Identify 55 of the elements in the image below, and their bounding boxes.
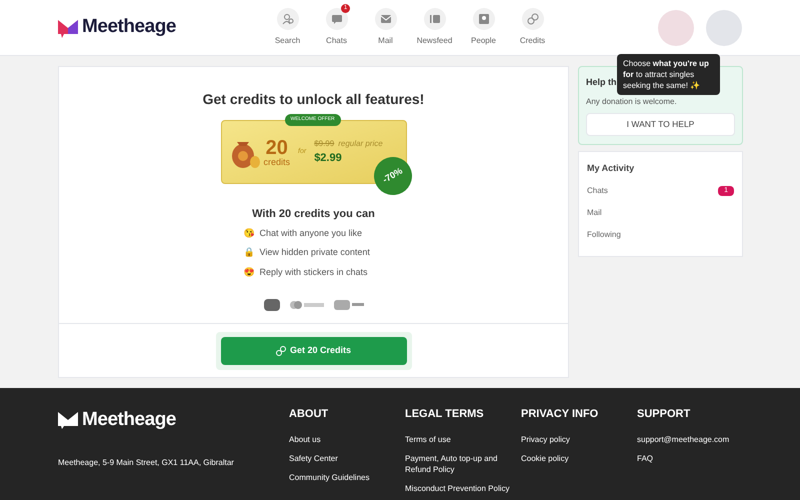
- benefit-text: Chat with anyone you like: [260, 226, 362, 240]
- footer-link[interactable]: FAQ: [637, 452, 753, 464]
- nav-item[interactable]: Credits: [508, 8, 557, 47]
- nav-item[interactable]: Search: [263, 8, 312, 47]
- footer-link[interactable]: Safety Center: [289, 452, 405, 464]
- footer-link[interactable]: Cookie policy: [521, 452, 637, 464]
- credit-unit: credits: [264, 158, 290, 166]
- help-button[interactable]: I WANT TO HELP: [586, 112, 735, 136]
- footer-link[interactable]: About us: [289, 434, 405, 444]
- old-price: $9.99: [314, 138, 334, 150]
- footer-heading: ABOUT: [289, 407, 330, 422]
- help-title: Help th: [586, 76, 616, 89]
- chat-icon: [330, 12, 344, 26]
- feed-icon: [428, 12, 442, 26]
- benefits-title: With 20 credits you can: [252, 207, 375, 222]
- offer-title: Get credits to unlock all features!: [202, 90, 424, 109]
- footer-logo-text: Meetheage: [82, 408, 176, 432]
- get-credits-button[interactable]: Get 20 Credits: [220, 336, 406, 364]
- footer-heading: SUPPORT: [637, 407, 692, 422]
- activity-link[interactable]: Mail: [587, 207, 602, 219]
- coins-icon: [526, 12, 540, 26]
- footer-link[interactable]: Misconduct Prevention Policy: [405, 482, 521, 494]
- footer-link[interactable]: Terms of use: [405, 434, 521, 444]
- logo-icon: [58, 411, 78, 430]
- help-text: Any donation is welcome.: [586, 96, 678, 108]
- footer-link[interactable]: Payment, Auto top-up and Refund Policy: [405, 452, 521, 474]
- coins-icon: [276, 346, 286, 356]
- credit-amount: 20: [266, 138, 288, 158]
- logo-text: Meetheage: [82, 15, 176, 40]
- footer-address: Meetheage, 5-9 Main Street, GX1 11AA, Gibraltar: [58, 456, 235, 468]
- footer-heading: PRIVACY INFO: [521, 407, 600, 422]
- footer-link[interactable]: Community Guidelines: [289, 472, 405, 482]
- avatar[interactable]: [706, 10, 742, 46]
- emoji-icon: 😍: [244, 266, 254, 279]
- footer-link[interactable]: support@meetheage.com: [637, 434, 753, 444]
- emoji-icon: 🔒: [244, 246, 254, 260]
- people-icon: [476, 12, 490, 26]
- emoji-icon: 😘: [244, 226, 254, 240]
- nav-item[interactable]: Newsfeed: [410, 8, 459, 47]
- nav-item[interactable]: People: [459, 8, 508, 47]
- activity-title: My Activity: [587, 162, 636, 175]
- mail-icon: [378, 12, 392, 26]
- regular-price-label: regular price: [338, 138, 383, 150]
- avatar[interactable]: [658, 10, 694, 46]
- nav-item[interactable]: Mail: [361, 8, 410, 47]
- benefit-text: View hidden private content: [260, 246, 370, 259]
- benefit-text: Reply with stickers in chats: [260, 266, 368, 279]
- activity-link[interactable]: Following: [587, 229, 621, 241]
- footer-link[interactable]: Privacy policy: [521, 434, 637, 444]
- footer-heading: LEGAL TERMS: [405, 407, 485, 422]
- tooltip-text: Choose what you're up for to attract singles seeking the same! ✨: [623, 59, 709, 90]
- offer-price: $2.99: [314, 150, 343, 166]
- search-icon: [280, 12, 294, 26]
- activity-link[interactable]: Chats: [587, 185, 608, 197]
- logo-icon: [58, 18, 78, 38]
